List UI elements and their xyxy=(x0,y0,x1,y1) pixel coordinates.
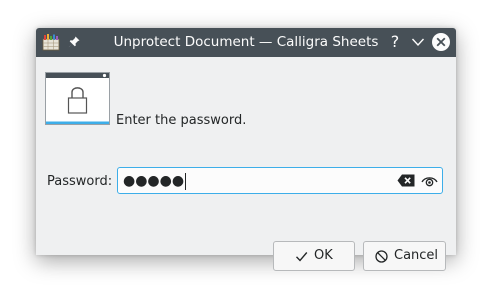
chevron-down-icon[interactable] xyxy=(410,34,426,50)
close-icon[interactable] xyxy=(431,32,451,52)
password-mask: ●●●●● xyxy=(123,171,187,191)
help-button[interactable]: ? xyxy=(386,31,404,53)
dialog-body: Enter the password. Password: ●●●●● OK C… xyxy=(36,57,456,271)
pin-icon[interactable] xyxy=(67,35,81,49)
ok-button[interactable]: OK xyxy=(273,241,355,271)
unprotect-dialog: Unprotect Document — Calligra Sheets ? E… xyxy=(36,28,456,271)
password-field[interactable]: ●●●●● xyxy=(117,167,443,194)
password-dots: ●●●●● xyxy=(123,173,185,189)
clear-text-icon[interactable] xyxy=(397,174,415,187)
cancel-label: Cancel xyxy=(394,248,439,263)
calligra-sheets-icon[interactable] xyxy=(42,34,60,51)
cancel-button[interactable]: Cancel xyxy=(363,241,446,271)
password-label: Password: xyxy=(47,174,113,189)
ok-label: OK xyxy=(314,248,333,263)
password-prompt: Enter the password. xyxy=(116,113,247,128)
eye-icon[interactable] xyxy=(421,174,438,188)
cancel-icon xyxy=(375,250,388,263)
checkmark-icon xyxy=(295,252,308,262)
text-caret xyxy=(185,172,187,190)
window-title: Unprotect Document — Calligra Sheets xyxy=(113,34,379,50)
title-bar[interactable]: Unprotect Document — Calligra Sheets ? xyxy=(36,28,456,57)
lock-dialog-icon xyxy=(45,72,110,125)
